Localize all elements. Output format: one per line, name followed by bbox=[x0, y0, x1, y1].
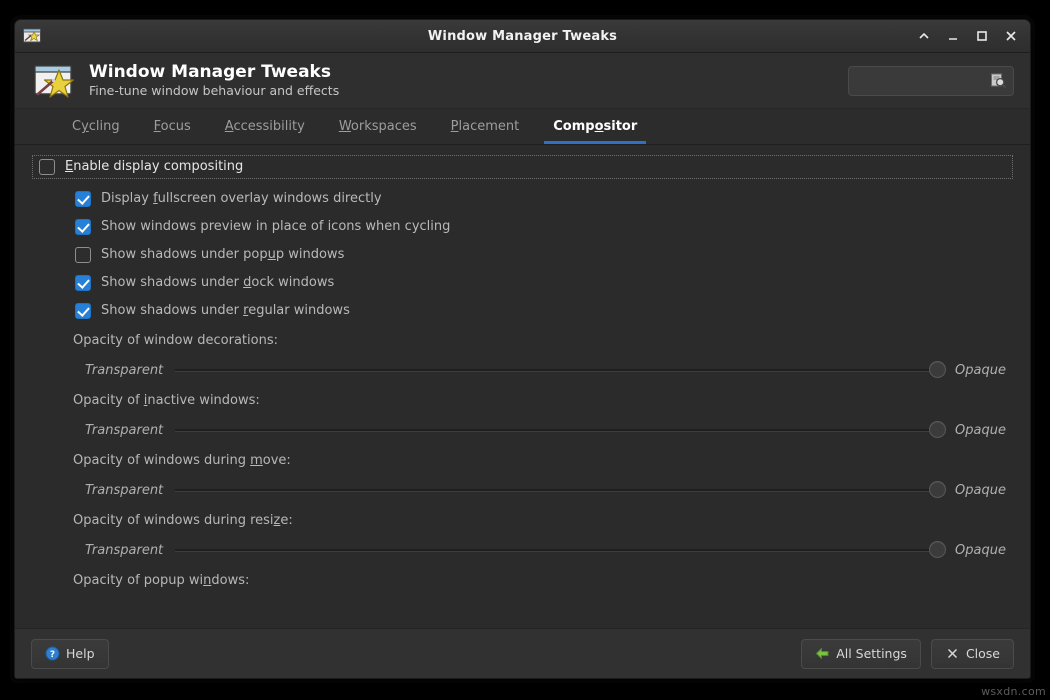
shadows-popup-checkbox[interactable] bbox=[75, 247, 91, 263]
shadows-dock-checkbox[interactable] bbox=[75, 275, 91, 291]
all-settings-button-label: All Settings bbox=[836, 646, 907, 661]
titlebar[interactable]: Window Manager Tweaks bbox=[15, 20, 1030, 53]
screenshot-root: Window Manager Tweaks bbox=[0, 0, 1050, 700]
slider-min-label: Transparent bbox=[85, 543, 163, 558]
header-banner: Window Manager Tweaks Fine-tune window b… bbox=[15, 53, 1030, 109]
tab-compositor-label: Compositor bbox=[553, 119, 637, 134]
page-title: Window Manager Tweaks bbox=[89, 62, 339, 82]
find-icon[interactable] bbox=[989, 72, 1007, 90]
footer-button-bar: ? Help All Settings bbox=[15, 628, 1030, 678]
help-button-label: Help bbox=[66, 646, 95, 661]
slider-group-decorations: Opacity of window decorations: Transpare… bbox=[29, 331, 1016, 381]
tab-placement-label: Placement bbox=[451, 119, 520, 134]
help-icon: ? bbox=[45, 646, 60, 661]
slider-title-popup: Opacity of popup windows: bbox=[29, 571, 1016, 591]
tab-placement[interactable]: Placement bbox=[434, 109, 537, 144]
fullscreen-overlay-label: Display fullscreen overlay windows direc… bbox=[101, 191, 382, 207]
slider-row[interactable]: Transparent Opaque bbox=[29, 419, 1016, 441]
watermark: wsxdn.com bbox=[981, 685, 1046, 698]
slider-max-label: Opaque bbox=[955, 423, 1006, 438]
slider-min-label: Transparent bbox=[85, 483, 163, 498]
close-x-icon bbox=[945, 646, 960, 661]
tab-workspaces-label: Workspaces bbox=[339, 119, 417, 134]
maximize-button[interactable] bbox=[974, 28, 990, 44]
slider-handle[interactable] bbox=[929, 541, 946, 558]
back-arrow-icon bbox=[815, 646, 830, 661]
slider-row[interactable]: Transparent Opaque bbox=[29, 359, 1016, 381]
search-input[interactable] bbox=[857, 74, 989, 88]
slider-group-inactive: Opacity of inactive windows: Transparent… bbox=[29, 391, 1016, 441]
svg-text:?: ? bbox=[50, 650, 55, 660]
minimize-button[interactable] bbox=[945, 28, 961, 44]
shade-button[interactable] bbox=[916, 28, 932, 44]
compositor-panel: Enable display compositing Display fulls… bbox=[15, 145, 1030, 628]
slider-title: Opacity of window decorations: bbox=[29, 331, 1016, 351]
page-subtitle: Fine-tune window behaviour and effects bbox=[89, 83, 339, 99]
opacity-move-slider[interactable] bbox=[175, 483, 943, 497]
opacity-resize-slider[interactable] bbox=[175, 543, 943, 557]
slider-title: Opacity of windows during move: bbox=[29, 451, 1016, 471]
slider-title: Opacity of inactive windows: bbox=[29, 391, 1016, 411]
shadows-regular-label: Show shadows under regular windows bbox=[101, 303, 350, 319]
tab-cycling-label: Cycling bbox=[72, 119, 120, 134]
app-icon bbox=[33, 60, 75, 102]
close-dialog-button-label: Close bbox=[966, 646, 1000, 661]
slider-group-resize: Opacity of windows during resize: Transp… bbox=[29, 511, 1016, 561]
option-row[interactable]: Show shadows under dock windows bbox=[29, 269, 1016, 297]
tab-accessibility-label: Accessibility bbox=[225, 119, 305, 134]
shadows-dock-label: Show shadows under dock windows bbox=[101, 275, 334, 291]
slider-max-label: Opaque bbox=[955, 483, 1006, 498]
close-dialog-button[interactable]: Close bbox=[931, 639, 1014, 669]
all-settings-button[interactable]: All Settings bbox=[801, 639, 921, 669]
slider-min-label: Transparent bbox=[85, 423, 163, 438]
help-button[interactable]: ? Help bbox=[31, 639, 109, 669]
close-button[interactable] bbox=[1003, 28, 1019, 44]
slider-max-label: Opaque bbox=[955, 363, 1006, 378]
search-box[interactable] bbox=[848, 66, 1014, 96]
option-row[interactable]: Show shadows under regular windows bbox=[29, 297, 1016, 325]
windows-preview-label: Show windows preview in place of icons w… bbox=[101, 219, 450, 235]
option-row[interactable]: Show windows preview in place of icons w… bbox=[29, 213, 1016, 241]
tab-focus-label: Focus bbox=[154, 119, 191, 134]
tab-focus[interactable]: Focus bbox=[137, 109, 208, 144]
fullscreen-overlay-checkbox[interactable] bbox=[75, 191, 91, 207]
titlebar-title: Window Manager Tweaks bbox=[15, 29, 1030, 44]
slider-max-label: Opaque bbox=[955, 543, 1006, 558]
enable-compositing-label: Enable display compositing bbox=[65, 159, 243, 175]
slider-row[interactable]: Transparent Opaque bbox=[29, 539, 1016, 561]
enable-compositing-row[interactable]: Enable display compositing bbox=[32, 155, 1013, 179]
option-row[interactable]: Display fullscreen overlay windows direc… bbox=[29, 185, 1016, 213]
enable-compositing-checkbox[interactable] bbox=[39, 159, 55, 175]
tab-bar: Cycling Focus Accessibility Workspaces P… bbox=[15, 109, 1030, 145]
slider-handle[interactable] bbox=[929, 421, 946, 438]
window-manager-tweaks-window: Window Manager Tweaks bbox=[14, 19, 1031, 679]
tab-accessibility[interactable]: Accessibility bbox=[208, 109, 322, 144]
shadows-regular-checkbox[interactable] bbox=[75, 303, 91, 319]
slider-handle[interactable] bbox=[929, 361, 946, 378]
tab-workspaces[interactable]: Workspaces bbox=[322, 109, 434, 144]
slider-group-move: Opacity of windows during move: Transpar… bbox=[29, 451, 1016, 501]
slider-min-label: Transparent bbox=[85, 363, 163, 378]
shadows-popup-label: Show shadows under popup windows bbox=[101, 247, 344, 263]
slider-title: Opacity of windows during resize: bbox=[29, 511, 1016, 531]
tab-compositor[interactable]: Compositor bbox=[536, 109, 654, 144]
option-row[interactable]: Show shadows under popup windows bbox=[29, 241, 1016, 269]
windows-preview-checkbox[interactable] bbox=[75, 219, 91, 235]
slider-row[interactable]: Transparent Opaque bbox=[29, 479, 1016, 501]
opacity-decorations-slider[interactable] bbox=[175, 363, 943, 377]
slider-handle[interactable] bbox=[929, 481, 946, 498]
tab-cycling[interactable]: Cycling bbox=[55, 109, 137, 144]
opacity-inactive-slider[interactable] bbox=[175, 423, 943, 437]
titlebar-button-group bbox=[916, 28, 1022, 44]
header-text-block: Window Manager Tweaks Fine-tune window b… bbox=[89, 62, 339, 99]
titlebar-app-icon bbox=[22, 26, 42, 46]
